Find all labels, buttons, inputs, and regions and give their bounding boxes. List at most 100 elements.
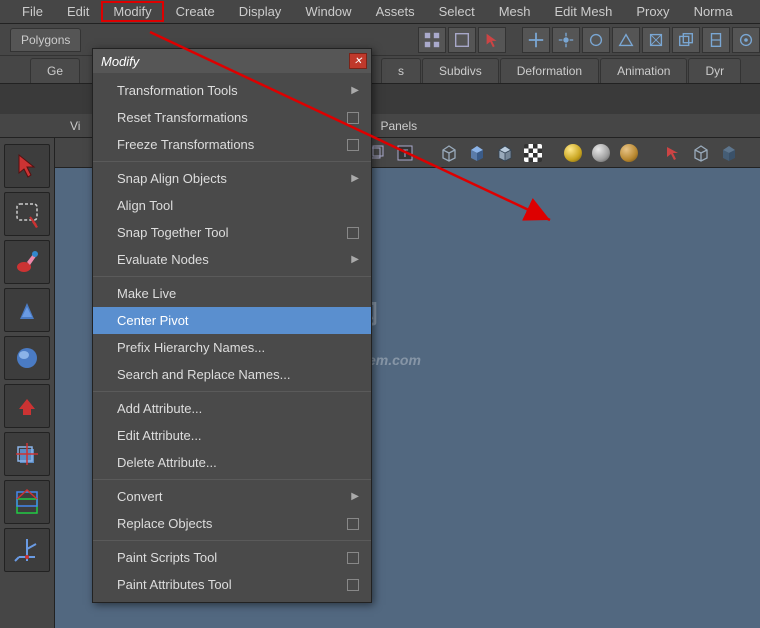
option-box-icon[interactable] <box>347 227 359 239</box>
menu-item-label: Snap Align Objects <box>117 171 227 186</box>
menu-item-freeze-transformations[interactable]: Freeze Transformations <box>93 131 371 158</box>
menu-divider <box>93 161 371 162</box>
modify-menu-title: Modify <box>101 54 139 69</box>
toolbar-icon-snap-7[interactable] <box>702 27 730 53</box>
menu-divider <box>93 276 371 277</box>
menu-item-label: Paint Scripts Tool <box>117 550 217 565</box>
toolbar-icon-grid[interactable] <box>418 27 446 53</box>
shelf-tab-general[interactable]: Ge <box>30 58 80 83</box>
vp-text-icon[interactable]: T <box>393 141 417 165</box>
menu-item-make-live[interactable]: Make Live <box>93 280 371 307</box>
toolbar-icon-snap-8[interactable] <box>732 27 760 53</box>
menu-item-edit-attribute[interactable]: Edit Attribute... <box>93 422 371 449</box>
scale-tool[interactable] <box>4 384 50 428</box>
toolbar-icon-snap-1[interactable] <box>522 27 550 53</box>
modify-menu-titlebar[interactable]: Modify ✕ <box>93 49 371 73</box>
toolbar-icon-b[interactable] <box>448 27 476 53</box>
main-menubar: File Edit Modify Create Display Window A… <box>0 0 760 24</box>
panel-label-panels[interactable]: Panels <box>380 119 417 133</box>
vp-textured-icon[interactable] <box>521 141 545 165</box>
move-tool[interactable] <box>4 288 50 332</box>
menu-item-prefix-hierarchy-names[interactable]: Prefix Hierarchy Names... <box>93 334 371 361</box>
menu-item-label: Delete Attribute... <box>117 455 217 470</box>
menu-window[interactable]: Window <box>293 1 363 22</box>
shelf-tab-deformation[interactable]: Deformation <box>500 58 599 83</box>
rotate-tool[interactable] <box>4 336 50 380</box>
menu-assets[interactable]: Assets <box>364 1 427 22</box>
vp-wireframe-cube-icon[interactable] <box>437 141 461 165</box>
menu-item-label: Align Tool <box>117 198 173 213</box>
menu-item-convert[interactable]: Convert▶ <box>93 483 371 510</box>
menu-item-align-tool[interactable]: Align Tool <box>93 192 371 219</box>
submenu-arrow-icon: ▶ <box>351 491 359 502</box>
menu-item-search-and-replace-names[interactable]: Search and Replace Names... <box>93 361 371 388</box>
lasso-tool[interactable] <box>4 192 50 236</box>
menu-item-transformation-tools[interactable]: Transformation Tools ▶ <box>93 77 371 104</box>
menu-edit[interactable]: Edit <box>55 1 101 22</box>
menu-select[interactable]: Select <box>427 1 487 22</box>
menu-item-label: Freeze Transformations <box>117 137 254 152</box>
module-selector[interactable]: Polygons <box>10 28 81 52</box>
shelf-tab-s[interactable]: s <box>381 58 421 83</box>
menu-item-snap-together-tool[interactable]: Snap Together Tool <box>93 219 371 246</box>
menu-item-label: Reset Transformations <box>117 110 248 125</box>
toolbar-icon-snap-6[interactable] <box>672 27 700 53</box>
vp-xray-icon[interactable] <box>717 141 741 165</box>
submenu-arrow-icon: ▶ <box>351 173 359 184</box>
show-manipulator-tool[interactable] <box>4 528 50 572</box>
submenu-arrow-icon: ▶ <box>351 85 359 96</box>
universal-manipulator[interactable] <box>4 432 50 476</box>
menu-proxy[interactable]: Proxy <box>624 1 681 22</box>
menu-item-center-pivot[interactable]: Center Pivot <box>93 307 371 334</box>
close-icon[interactable]: ✕ <box>349 53 367 69</box>
vp-light-all-icon[interactable] <box>561 141 585 165</box>
shelf-tab-subdivs[interactable]: Subdivs <box>422 58 499 83</box>
menu-editmesh[interactable]: Edit Mesh <box>543 1 625 22</box>
select-tool[interactable] <box>4 144 50 188</box>
soft-modification-tool[interactable] <box>4 480 50 524</box>
toolbar-icon-snap-4[interactable] <box>612 27 640 53</box>
tool-box <box>0 138 55 628</box>
menu-item-evaluate-nodes[interactable]: Evaluate Nodes▶ <box>93 246 371 273</box>
modify-menu-panel: Modify ✕ Transformation Tools ▶ Reset Tran… <box>92 48 372 603</box>
menu-modify[interactable]: Modify <box>101 1 163 22</box>
vp-shaded-cube-icon[interactable] <box>465 141 489 165</box>
paint-select-tool[interactable] <box>4 240 50 284</box>
menu-item-label: Make Live <box>117 286 176 301</box>
toolbar-icon-select-arrow[interactable] <box>478 27 506 53</box>
menu-normals[interactable]: Norma <box>682 1 745 22</box>
shelf-tab-animation[interactable]: Animation <box>600 58 687 83</box>
toolbar-icon-snap-5[interactable] <box>642 27 670 53</box>
menu-item-label: Snap Together Tool <box>117 225 229 240</box>
menu-item-paint-scripts-tool[interactable]: Paint Scripts Tool <box>93 544 371 571</box>
menu-item-label: Edit Attribute... <box>117 428 202 443</box>
menu-divider <box>93 391 371 392</box>
menu-display[interactable]: Display <box>227 1 294 22</box>
menu-item-replace-objects[interactable]: Replace Objects <box>93 510 371 537</box>
menu-item-label: Evaluate Nodes <box>117 252 209 267</box>
menu-create[interactable]: Create <box>164 1 227 22</box>
vp-wireframe-on-shaded-icon[interactable] <box>493 141 517 165</box>
vp-wireframe-cube2-icon[interactable] <box>689 141 713 165</box>
panel-label-view[interactable]: Vi <box>70 119 80 133</box>
menu-item-label: Transformation Tools <box>117 83 238 98</box>
option-box-icon[interactable] <box>347 139 359 151</box>
vp-isolate-select-icon[interactable] <box>661 141 685 165</box>
menu-item-delete-attribute[interactable]: Delete Attribute... <box>93 449 371 476</box>
menu-item-snap-align-objects[interactable]: Snap Align Objects ▶ <box>93 165 371 192</box>
menu-item-paint-attributes-tool[interactable]: Paint Attributes Tool <box>93 571 371 598</box>
menu-item-add-attribute[interactable]: Add Attribute... <box>93 395 371 422</box>
option-box-icon[interactable] <box>347 579 359 591</box>
menu-item-reset-transformations[interactable]: Reset Transformations <box>93 104 371 131</box>
option-box-icon[interactable] <box>347 518 359 530</box>
vp-light-default-icon[interactable] <box>589 141 613 165</box>
toolbar-icon-snap-3[interactable] <box>582 27 610 53</box>
option-box-icon[interactable] <box>347 552 359 564</box>
menu-item-label: Center Pivot <box>117 313 189 328</box>
menu-mesh[interactable]: Mesh <box>487 1 543 22</box>
menu-file[interactable]: File <box>10 1 55 22</box>
vp-light-selected-icon[interactable] <box>617 141 641 165</box>
option-box-icon[interactable] <box>347 112 359 124</box>
toolbar-icon-snap-2[interactable] <box>552 27 580 53</box>
shelf-tab-dynamics[interactable]: Dyr <box>688 58 741 83</box>
